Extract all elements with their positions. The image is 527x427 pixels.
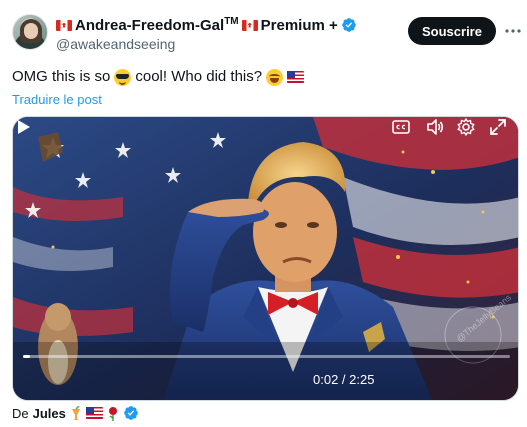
us-flag-icon xyxy=(85,407,103,419)
volume-icon[interactable] xyxy=(425,117,445,137)
rose-emoji-icon xyxy=(108,406,117,421)
laughing-emoji-icon xyxy=(266,68,284,86)
sunglasses-emoji-icon xyxy=(114,68,132,86)
us-flag-icon xyxy=(287,71,305,83)
video-time: 0:02 / 2:25 xyxy=(313,372,375,387)
tropical-drink-emoji-icon xyxy=(71,405,80,420)
video-progress-fill xyxy=(23,355,30,358)
more-icon[interactable] xyxy=(504,22,522,40)
video-player[interactable]: @TheJellyBeans 0:02 / 2:25 xyxy=(12,116,519,401)
post-text-part1: OMG this is so xyxy=(12,68,111,85)
video-scrubber[interactable] xyxy=(23,355,510,358)
post-text: OMG this is so cool! Who did this? xyxy=(12,67,305,87)
fullscreen-icon[interactable] xyxy=(488,117,508,137)
credit-prefix: De xyxy=(12,405,29,421)
captions-icon[interactable] xyxy=(391,117,411,137)
video-frame[interactable]: @TheJellyBeans xyxy=(13,117,519,401)
gear-icon[interactable] xyxy=(456,117,476,137)
verified-badge-icon[interactable] xyxy=(123,405,139,421)
author-handle[interactable]: @awakeandseeing xyxy=(56,36,175,52)
subscribe-button[interactable]: Souscrire xyxy=(408,17,496,45)
author-name-row[interactable]: Andrea-Freedom-GalTM Premium + xyxy=(56,16,357,34)
credit-name[interactable]: Jules xyxy=(33,406,66,421)
video-credit: De Jules xyxy=(12,405,139,421)
translate-post-link[interactable]: Traduire le post xyxy=(12,92,102,107)
play-icon[interactable] xyxy=(13,117,33,137)
verified-badge-icon[interactable] xyxy=(341,17,357,33)
premium-label: Premium + xyxy=(260,16,338,34)
avatar[interactable] xyxy=(12,14,48,50)
post-text-part2: cool! Who did this? xyxy=(135,68,263,85)
canada-flag-icon xyxy=(56,19,72,31)
author-display-name[interactable]: Andrea-Freedom-GalTM xyxy=(75,16,239,34)
canada-flag-icon xyxy=(241,19,258,31)
